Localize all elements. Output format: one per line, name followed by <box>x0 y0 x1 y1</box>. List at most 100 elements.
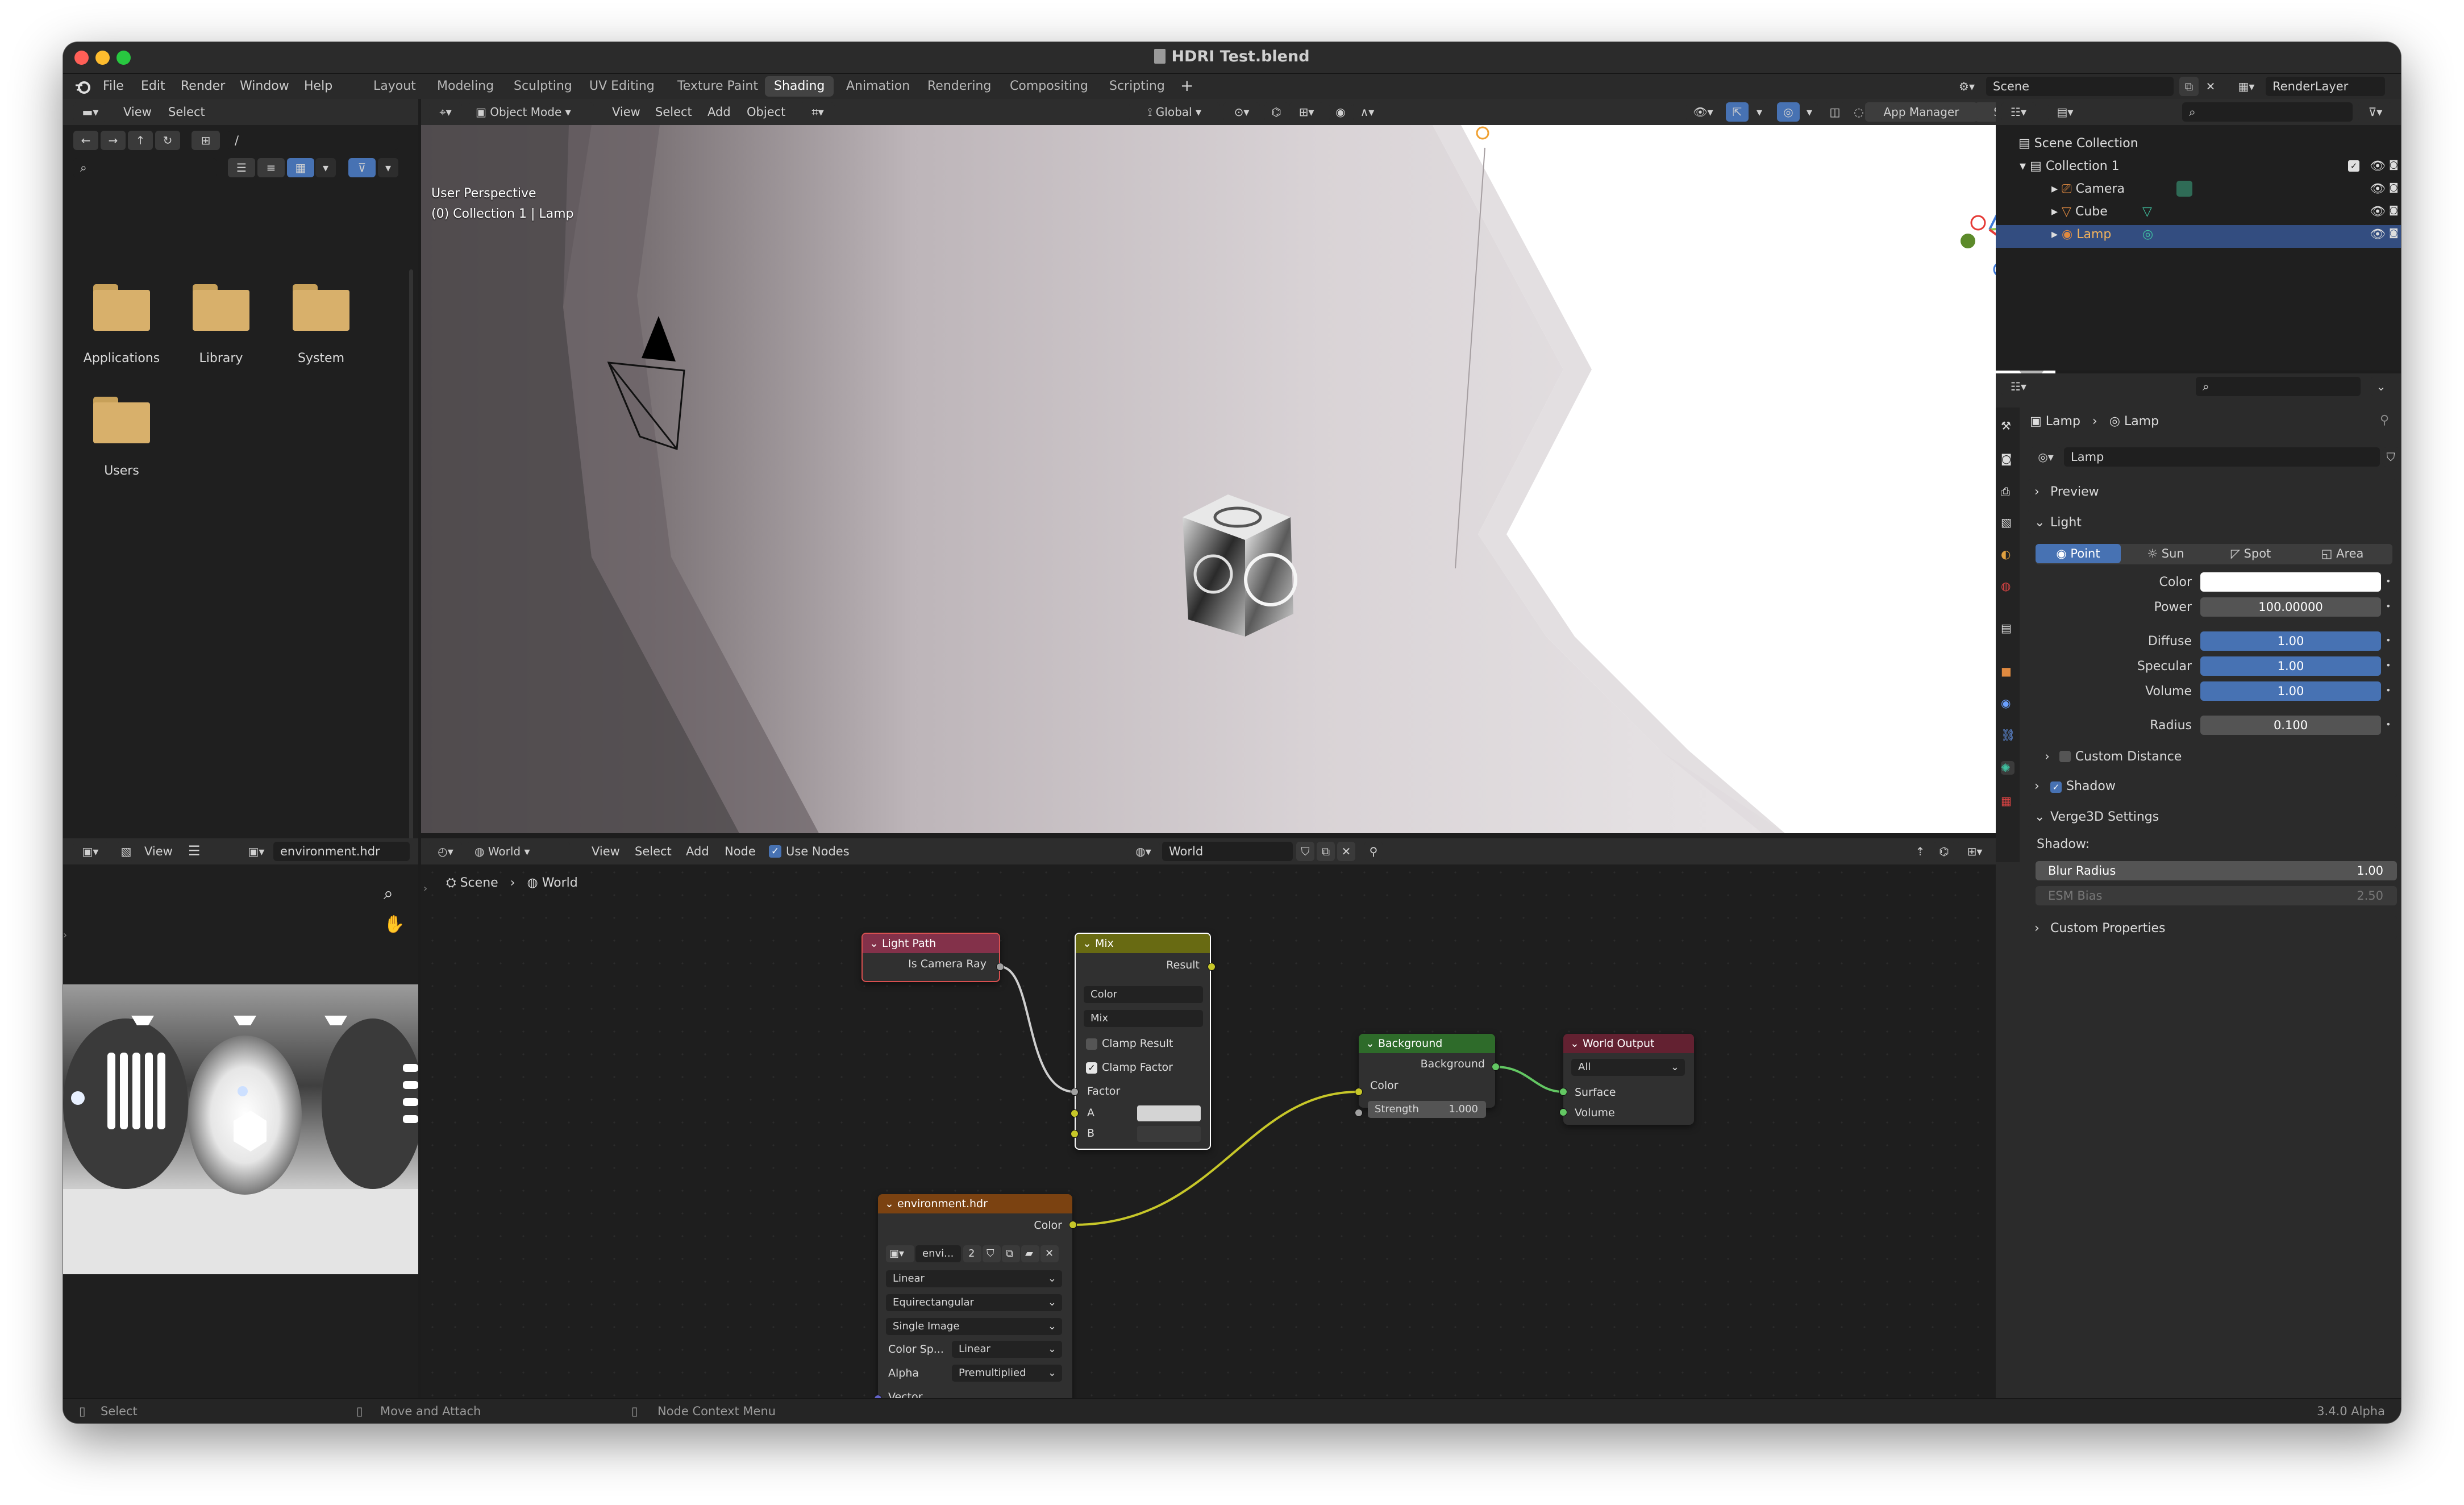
section-verge3d[interactable]: ⌄ Verge3D Settings <box>2028 804 2397 828</box>
keyframe-dot-icon[interactable]: • <box>2386 660 2391 671</box>
new-scene-icon[interactable]: ⧉ <box>2179 77 2199 96</box>
light-type-area-button[interactable]: ◱ Area <box>2295 544 2390 563</box>
strength-field[interactable]: Strength 1.000 <box>1368 1101 1486 1118</box>
workspace-tab-modeling[interactable]: Modeling <box>428 76 503 97</box>
cube-object[interactable] <box>1183 494 1297 637</box>
mix-factor-socket[interactable] <box>1071 1088 1079 1096</box>
outliner-item-cube[interactable]: ▸ ▽ Cube ▽ 👁 ◙ <box>2051 205 2399 219</box>
specular-slider[interactable]: 1.00 <box>2200 656 2381 676</box>
render-camera-icon[interactable]: ◙ <box>2389 159 2399 171</box>
app-manager-button[interactable]: App Manager <box>1865 102 1978 122</box>
section-light[interactable]: ⌄ Light <box>2028 510 2397 534</box>
light-type-sun-button[interactable]: ☼ Sun <box>2124 544 2207 563</box>
workspace-tab-rendering[interactable]: Rendering <box>918 76 1000 97</box>
delete-scene-icon[interactable]: ✕ <box>2201 77 2220 96</box>
section-shadow[interactable]: › ✓ Shadow <box>2028 774 2397 797</box>
light-datablock-field[interactable]: Lamp <box>2064 447 2380 467</box>
viewport-menu-view[interactable]: View <box>612 105 640 119</box>
add-workspace-button[interactable]: + <box>1180 76 1193 95</box>
image-source-dropdown[interactable]: Single Image ⌄ <box>886 1318 1062 1335</box>
menu-help[interactable]: Help <box>304 79 332 93</box>
outliner-item-camera[interactable]: ▸ ⎚ Camera 👁 ◙ <box>2051 181 2399 197</box>
viewport-menu-add[interactable]: Add <box>707 105 731 119</box>
mix-b-socket[interactable] <box>1071 1130 1079 1138</box>
visibility-eye-icon[interactable]: 👁 <box>2370 227 2386 242</box>
world-output-node[interactable]: ⌄ World Output All ⌄ Surface Volume <box>1563 1034 1694 1125</box>
image-users-count[interactable]: 2 <box>963 1245 981 1262</box>
zoom-icon[interactable]: ⌕ <box>384 884 393 904</box>
mix-result-socket[interactable] <box>1208 963 1216 971</box>
new-folder-icon[interactable]: ⊞ <box>192 131 220 150</box>
keyframe-dot-icon[interactable]: • <box>2386 685 2391 696</box>
mix-a-socket[interactable] <box>1071 1109 1079 1117</box>
visibility-eye-icon[interactable]: 👁 <box>2370 205 2386 219</box>
fake-user-shield-icon[interactable]: ⛉ <box>2382 447 2399 467</box>
blender-logo-icon[interactable] <box>74 78 91 95</box>
filter-dropdown-icon[interactable]: ▾ <box>378 158 398 177</box>
image-name-field[interactable]: environment.hdr <box>273 842 410 861</box>
gizmo-dropdown-icon[interactable]: ▾ <box>1751 102 1768 122</box>
section-custom-properties[interactable]: › Custom Properties <box>2028 916 2397 939</box>
background-color-socket[interactable] <box>1355 1088 1363 1096</box>
parent-directory-icon[interactable]: ↑ <box>128 131 153 150</box>
mix-blend-mode-dropdown[interactable]: Mix <box>1084 1010 1203 1027</box>
overlays-dropdown-icon[interactable]: ▾ <box>1801 102 1818 122</box>
hamburger-menu-icon[interactable]: ☰ <box>188 843 201 859</box>
light-data-tab-icon[interactable]: ✺ <box>2001 761 2015 775</box>
output-tab-icon[interactable]: ⎙ <box>2001 485 2015 498</box>
viewport-menu-object[interactable]: Object <box>747 105 785 119</box>
background-output-socket[interactable] <box>1492 1063 1500 1071</box>
light-type-spot-button[interactable]: ◸ Spot <box>2209 544 2292 563</box>
mix-a-color-swatch[interactable] <box>1137 1105 1201 1121</box>
object-gizmo-icon[interactable]: ⌗▾ <box>801 102 835 122</box>
keyframe-dot-icon[interactable]: • <box>2386 576 2391 587</box>
folder-item-system[interactable]: System <box>264 284 378 381</box>
image-name-short-field[interactable]: envi... <box>915 1245 961 1262</box>
editor-type-outliner-icon[interactable]: ☷▾ <box>2001 102 2036 122</box>
workspace-tab-uv-editing[interactable]: UV Editing <box>580 76 664 97</box>
outliner-item-lamp[interactable]: ▸ ◉ Lamp ◎ 👁 ◙ <box>2051 227 2399 242</box>
xray-icon[interactable]: ◫ <box>1825 102 1845 122</box>
fake-user-shield-icon[interactable]: ⛉ <box>983 1245 1001 1262</box>
gizmo-toggle-icon[interactable]: ⇱ <box>1726 102 1749 122</box>
visibility-eye-icon[interactable]: 👁 <box>2370 159 2386 173</box>
editor-type-3d-icon[interactable]: ⌖▾ <box>429 102 462 122</box>
3d-viewport[interactable]: ⌖▾ ▣ Object Mode ▾ View Select Add Objec… <box>421 99 2055 833</box>
folder-item-library[interactable]: Library <box>164 284 278 381</box>
view-layer-selector-icon[interactable]: ▦▾ <box>2229 77 2263 96</box>
tool-tab-icon[interactable]: ⚒ <box>2001 419 2015 433</box>
toolbar-expand-icon[interactable]: › <box>63 929 67 941</box>
mix-node[interactable]: ⌄ Mix Result Color Mix Clamp Result ✓ Cl… <box>1075 933 1211 1150</box>
file-browser-scrollbar[interactable] <box>409 269 413 866</box>
menu-edit[interactable]: Edit <box>141 79 165 93</box>
scene-field[interactable]: Scene <box>1986 77 2174 96</box>
workspace-tab-scripting[interactable]: Scripting <box>1100 76 1174 97</box>
file-search-input[interactable]: ⌕ <box>73 158 217 177</box>
workspace-tab-compositing[interactable]: Compositing <box>1001 76 1097 97</box>
vertical-list-icon[interactable]: ☰ <box>228 158 255 177</box>
scene-selector-icon[interactable]: ⚙▾ <box>1950 77 1984 96</box>
workspace-tab-sculpting[interactable]: Sculpting <box>505 76 581 97</box>
collection-include-checkbox[interactable]: ✓ <box>2348 160 2359 172</box>
menu-render[interactable]: Render <box>181 79 225 93</box>
visibility-eye-icon[interactable]: 👁 <box>2370 182 2386 196</box>
browse-image-icon[interactable]: ▣▾ <box>886 1245 914 1262</box>
blur-radius-field[interactable]: Blur Radius 1.00 <box>2036 861 2397 880</box>
output-target-dropdown[interactable]: All ⌄ <box>1571 1059 1685 1076</box>
forward-arrow-icon[interactable]: → <box>101 131 126 150</box>
pin-icon[interactable]: ⚲ <box>2380 413 2389 427</box>
proportional-editing-icon[interactable]: ◉ <box>1329 102 1352 122</box>
strength-socket[interactable] <box>1355 1109 1363 1117</box>
diffuse-slider[interactable]: 1.00 <box>2200 631 2381 651</box>
light-path-node[interactable]: ⌄ Light Path Is Camera Ray <box>861 933 1000 982</box>
falloff-icon[interactable]: ∧▾ <box>1353 102 1381 122</box>
shadow-checkbox[interactable]: ✓ <box>2050 781 2062 793</box>
file-browser-menu-view[interactable]: View <box>123 105 152 119</box>
scene-collection-row[interactable]: ▤ Scene Collection <box>2018 136 2138 151</box>
directory-path-field[interactable]: / <box>228 131 398 150</box>
interpolation-dropdown[interactable]: Linear ⌄ <box>886 1270 1062 1287</box>
pan-hand-icon[interactable]: ✋ <box>384 914 405 934</box>
display-size-dropdown-icon[interactable]: ▾ <box>315 158 336 177</box>
collection-1-row[interactable]: ▾ ▤ Collection 1 ✓ 👁 ◙ <box>2020 159 2399 173</box>
editor-type-properties-icon[interactable]: ☷▾ <box>2001 377 2036 396</box>
